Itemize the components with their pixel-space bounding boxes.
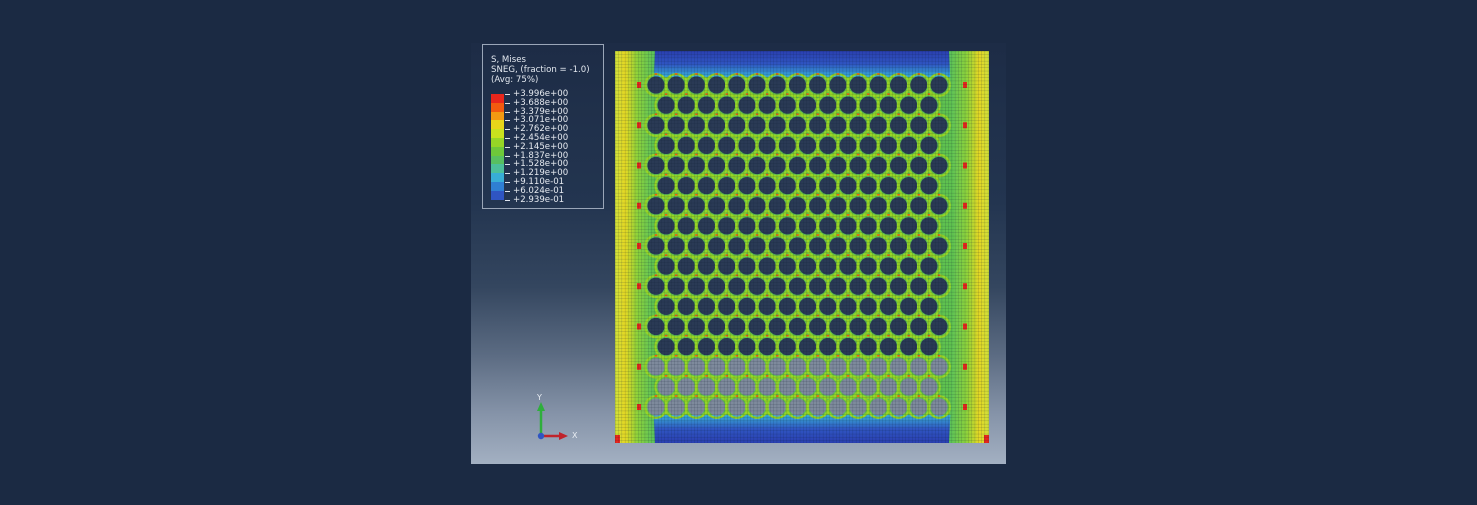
legend-tick [505,190,510,192]
y-axis-arrowhead [537,402,545,411]
z-axis-dot [537,432,545,440]
y-axis-label: Y [537,393,542,402]
legend-color-swatch [491,120,504,130]
legend-entry: +2.939e-01 [491,195,601,209]
legend-tick [505,164,510,166]
fea-model-plot[interactable] [615,51,989,443]
legend-color-swatch [491,94,504,103]
application-window: S, Mises SNEG, (fraction = -1.0) (Avg: 7… [0,0,1477,505]
x-axis-label: X [572,431,578,440]
legend-color-swatch [491,111,504,121]
legend-color-swatch [491,102,504,112]
legend-value: +2.939e-01 [513,194,565,205]
legend-color-swatch [491,190,504,200]
axis-triad: Y X [529,393,589,443]
contour-legend: S, Mises SNEG, (fraction = -1.0) (Avg: 7… [482,44,604,209]
legend-color-swatch [491,138,504,147]
legend-color-swatch [491,164,504,174]
legend-tick [505,182,510,183]
legend-color-swatch [491,173,504,182]
legend-tick [505,155,510,157]
legend-tick [505,138,510,139]
legend-color-swatch [491,146,504,156]
legend-tick [505,120,510,122]
mesh-overlay [615,51,989,443]
viewport[interactable]: S, Mises SNEG, (fraction = -1.0) (Avg: 7… [471,43,1006,464]
legend-color-swatch [491,155,504,165]
legend-tick [505,146,510,148]
legend-title: S, Mises [491,55,526,65]
legend-tick [505,173,510,175]
legend-tick [505,129,510,131]
legend-tick [505,102,510,104]
legend-subtitle: SNEG, (fraction = -1.0) [491,65,590,75]
x-axis-arrowhead [559,432,568,440]
legend-averaging: (Avg: 75%) [491,75,539,85]
legend-tick [505,94,510,95]
legend-color-swatch [491,182,504,191]
legend-tick [505,199,510,201]
legend-color-swatch [491,129,504,138]
legend-tick [505,111,510,113]
